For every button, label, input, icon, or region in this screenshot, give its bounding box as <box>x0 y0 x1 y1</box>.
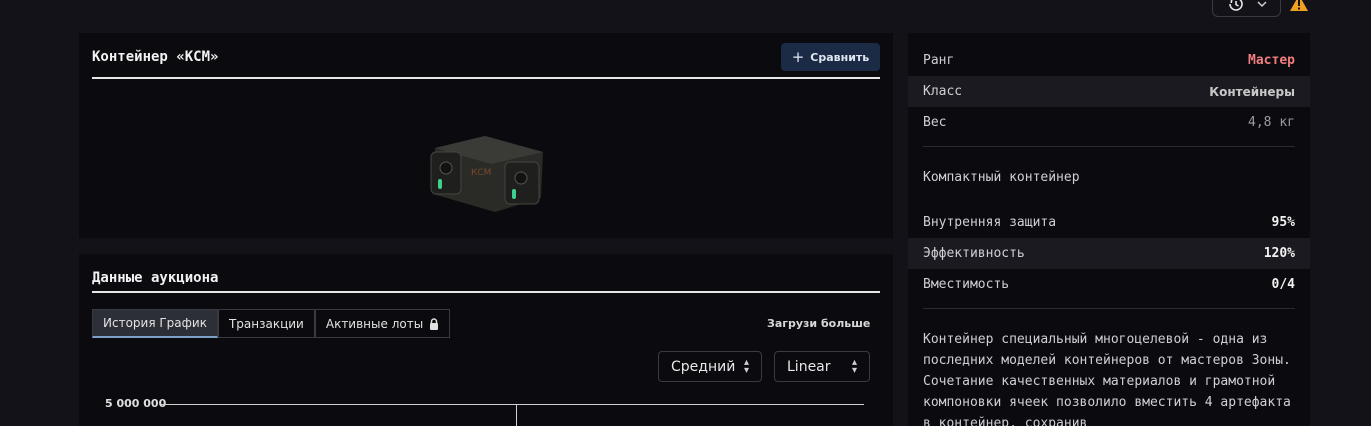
stat-key: Ранг <box>923 53 955 68</box>
stat-row-capacity: Вместимость 0/4 <box>908 269 1310 300</box>
stat-key: Эффективность <box>923 246 1025 261</box>
tab-active-lots[interactable]: Активные лоты <box>314 309 451 338</box>
warning-icon[interactable] <box>1289 0 1309 12</box>
load-more-button[interactable]: Загрузи больше <box>767 317 870 330</box>
plus-icon: + <box>791 47 805 66</box>
short-description: Компактный контейнер <box>923 170 1080 185</box>
title-divider <box>92 77 880 79</box>
aggregation-select[interactable]: Средний ▴ ▾ <box>658 351 762 382</box>
auction-panel: Данные аукциона История График Транзакци… <box>79 254 893 426</box>
stat-value: 95% <box>1271 215 1295 230</box>
compare-label: Сравнить <box>810 50 870 64</box>
updown-chevron-icon: ▴ ▾ <box>743 356 749 376</box>
top-toolbar <box>0 0 1371 22</box>
stat-value: 0/4 <box>1271 277 1295 292</box>
lock-icon <box>430 317 439 330</box>
stat-value: Мастер <box>1248 53 1295 68</box>
compare-button[interactable]: + Сравнить <box>781 43 880 71</box>
auction-divider <box>92 291 880 293</box>
scale-select[interactable]: Linear ▴ ▾ <box>774 351 870 382</box>
stat-row-class: Класс Контейнеры <box>908 76 1310 107</box>
divider <box>923 146 1295 147</box>
stat-value: 120% <box>1263 246 1295 261</box>
updown-chevron-icon: ▴ ▾ <box>851 356 857 376</box>
history-icon <box>1228 0 1243 11</box>
tab-history-chart[interactable]: История График <box>92 309 218 338</box>
item-panel: Контейнер «КСМ» + Сравнить КСМ <box>79 33 893 238</box>
stat-value: 4,8 кг <box>1248 115 1295 130</box>
tab-label: Активные лоты <box>325 316 424 331</box>
tab-transactions[interactable]: Транзакции <box>217 309 315 338</box>
history-dropdown-button[interactable] <box>1212 0 1281 17</box>
item-image-label: КСМ <box>471 168 491 178</box>
y-tick-label: 5 000 000 <box>105 397 167 410</box>
item-title: Контейнер «КСМ» <box>92 49 219 65</box>
item-image: КСМ <box>430 136 543 212</box>
scale-value: Linear <box>787 358 831 375</box>
item-description: Контейнер специальный многоцелевой - одн… <box>923 332 1291 426</box>
stat-row-weight: Вес 4,8 кг <box>908 107 1310 138</box>
tab-label: История График <box>103 316 207 330</box>
tab-label: Транзакции <box>228 316 304 331</box>
stat-row-rank: Ранг Мастер <box>908 45 1310 76</box>
chevron-down-icon <box>1257 0 1267 7</box>
auction-title: Данные аукциона <box>92 270 219 286</box>
stat-value: Контейнеры <box>1209 84 1295 99</box>
stat-key: Внутренняя защита <box>923 215 1057 230</box>
stats-sidebar: Ранг Мастер Класс Контейнеры Вес 4,8 кг … <box>908 33 1310 426</box>
stat-key: Вес <box>923 115 947 130</box>
aggregation-value: Средний <box>671 358 736 375</box>
chart-gridline <box>165 404 864 405</box>
chart-hover-line <box>516 404 517 426</box>
stat-row-protection: Внутренняя защита 95% <box>908 207 1310 238</box>
divider <box>923 308 1295 309</box>
stat-row-efficiency: Эффективность 120% <box>908 238 1310 269</box>
stat-key: Класс <box>923 84 963 99</box>
stat-key: Вместимость <box>923 277 1010 292</box>
auction-tabs: История График Транзакции Активные лоты <box>92 309 451 338</box>
